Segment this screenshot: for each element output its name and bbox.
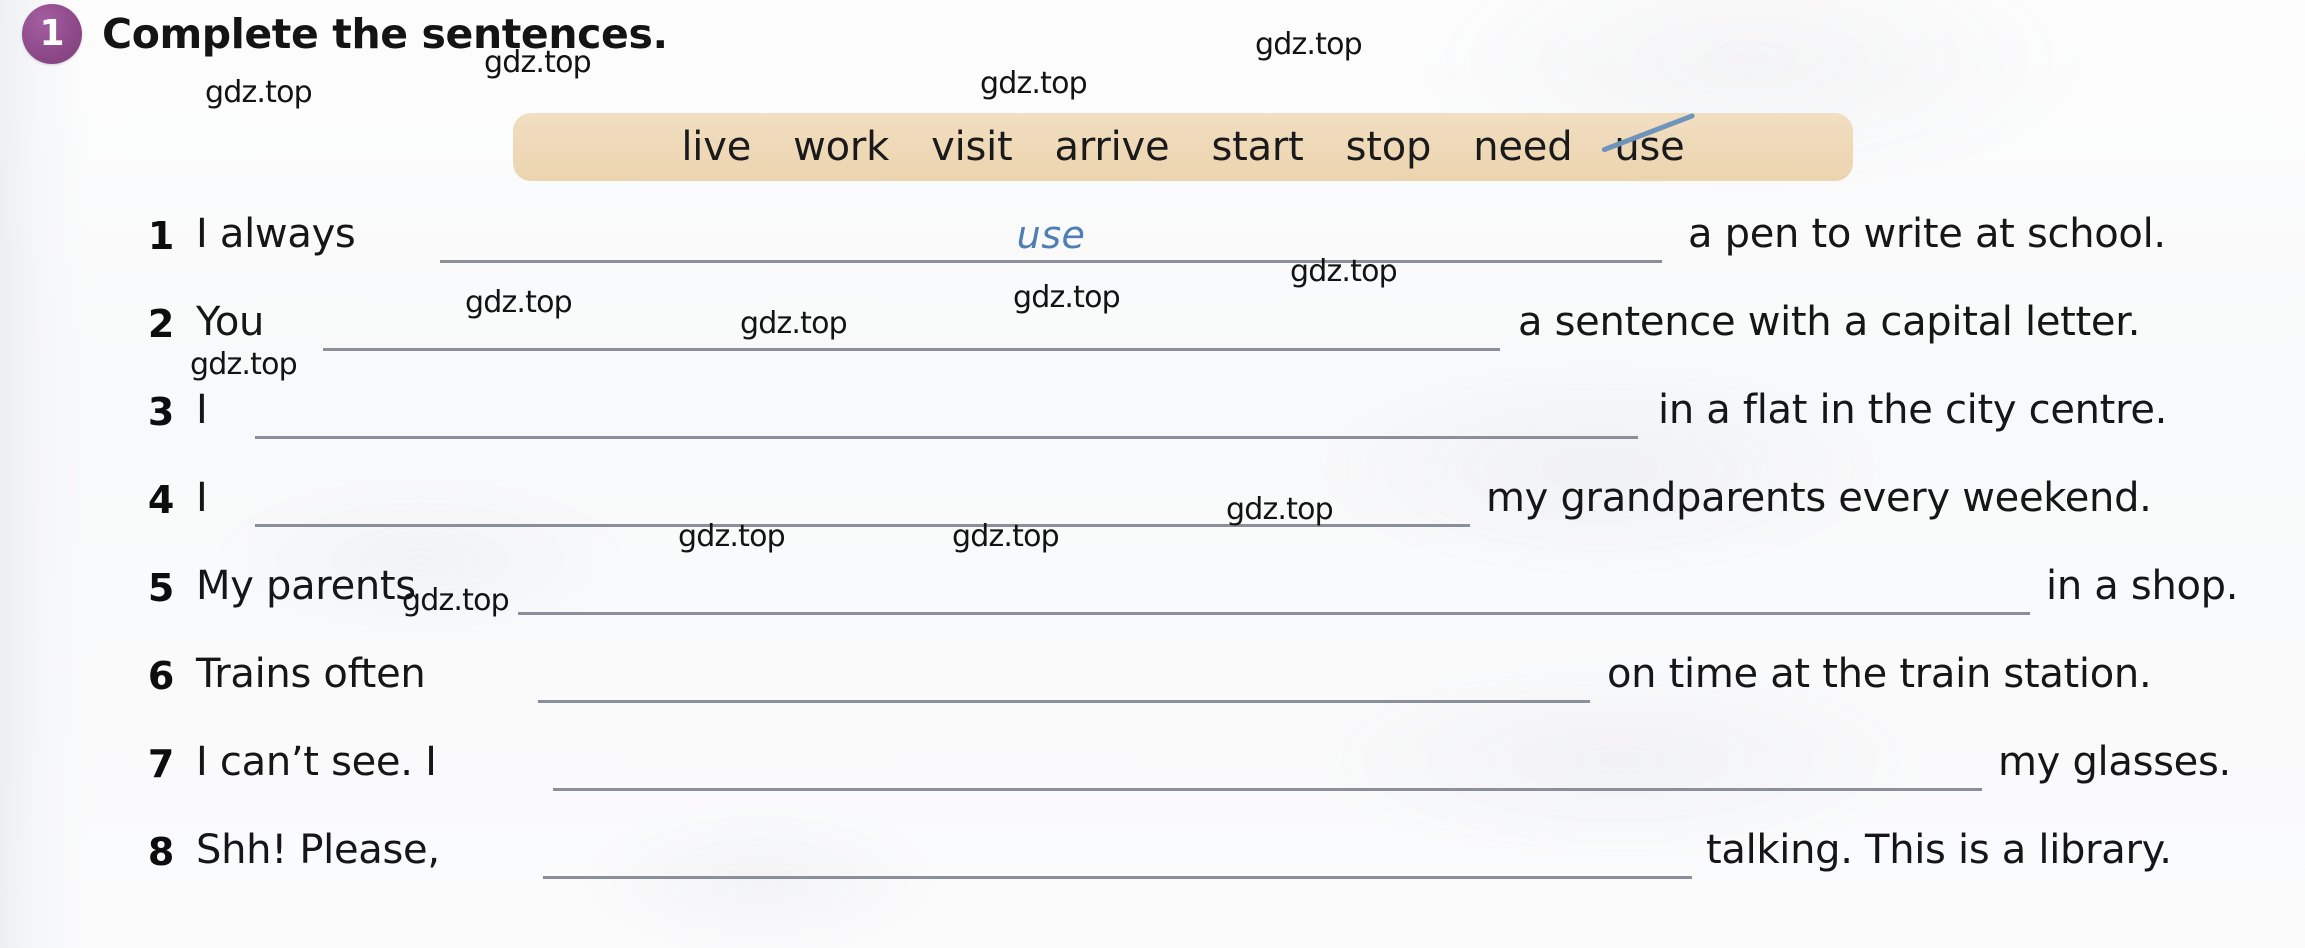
word-bank-item[interactable]: start [1190,124,1324,170]
sentence-number: 8 [147,830,174,874]
sentence-prefix-text: I [196,475,208,521]
answer-blank[interactable]: use [440,211,1662,263]
word-bank-item[interactable]: use [1593,124,1705,170]
sentence-prefix-text: Shh! Please, [196,827,440,873]
sentence-number: 2 [147,302,174,346]
word-bank-item[interactable]: stop [1325,124,1453,170]
sentence-row: 5 My parents in a shop. [0,557,2305,645]
watermark-text: gdz.top [205,75,313,110]
answer-blank[interactable] [255,387,1638,439]
word-bank-item[interactable]: need [1452,124,1593,170]
sentence-list: 1 I always use a pen to write at school. 2 Yo… [0,205,2305,909]
sentence-suffix-text: my grandparents every weekend. [1486,475,2152,521]
sentence-prefix-text: You [196,299,265,345]
sentence-suffix-text: a sentence with a capital letter. [1518,299,2141,345]
sentence-number: 3 [147,390,174,434]
sentence-prefix-text: I always [196,211,356,257]
answer-blank[interactable] [323,299,1500,351]
sentence-suffix-text: a pen to write at school. [1688,211,2166,257]
word-bank-item[interactable]: live [660,124,772,170]
sentence-number: 4 [147,478,174,522]
sentence-row: 1 I always use a pen to write at school. [0,205,2305,293]
exercise-number-badge: 1 [22,4,82,64]
watermark-text: gdz.top [980,66,1088,101]
sentence-suffix-text: my glasses. [1998,739,2231,785]
sentence-suffix-text: on time at the train station. [1607,651,2152,697]
sentence-suffix-text: in a shop. [2046,563,2239,609]
sentence-row: 8 Shh! Please, talking. This is a library. [0,821,2305,909]
watermark-text: gdz.top [1255,27,1363,62]
word-bank-item[interactable]: work [772,124,910,170]
sentence-number: 5 [147,566,174,610]
sentence-number: 7 [147,742,174,786]
sentence-prefix-text: I can’t see. I [196,739,437,785]
exercise-header: 1 Complete the sentences. [22,4,668,64]
sentence-row: 4 Imy grandparents every weekend. [0,469,2305,557]
sentence-number: 1 [147,214,174,258]
word-bank-item[interactable]: visit [910,124,1033,170]
sentence-row: 3 Iin a flat in the city centre. [0,381,2305,469]
exercise-title: Complete the sentences. [102,10,668,58]
word-bank: live work visit arrive start stop need use [513,113,1853,181]
answer-blank[interactable] [538,651,1590,703]
sentence-prefix-text: Trains often [196,651,426,697]
answer-blank[interactable] [255,475,1470,527]
answer-blank[interactable] [518,563,2030,615]
answer-blank[interactable] [553,739,1982,791]
sentence-suffix-text: talking. This is a library. [1706,827,2172,873]
sentence-prefix-text: I [196,387,208,433]
sentence-row: 7 I can’t see. I my glasses. [0,733,2305,821]
answer-text: use [1016,213,1086,257]
sentence-prefix-text: My parents [196,563,416,609]
word-bank-item[interactable]: arrive [1034,124,1191,170]
sentence-number: 6 [147,654,174,698]
sentence-row: 6 Trains often on time at the train statio… [0,645,2305,733]
answer-blank[interactable] [543,827,1692,879]
worksheet-page: 1 Complete the sentences. live work visit a… [0,0,2305,948]
sentence-suffix-text: in a flat in the city centre. [1658,387,2168,433]
sentence-row: 2 You a sentence with a capital letter. [0,293,2305,381]
